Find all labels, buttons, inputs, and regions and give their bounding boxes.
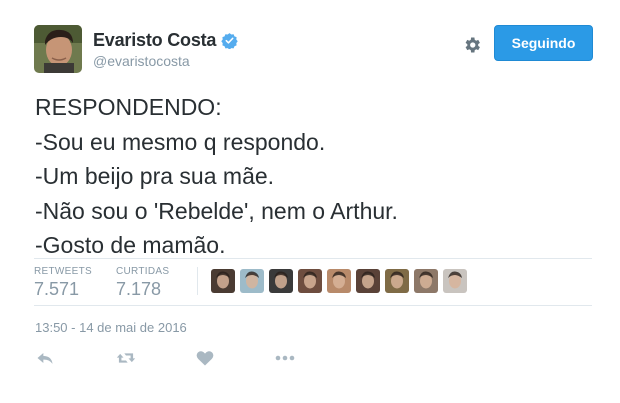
tweet-stats: RETWEETS 7.571 CURTIDAS 7.178 [34, 258, 592, 306]
tweet-line: -Não sou o 'Rebelde', nem o Arthur. [35, 197, 398, 224]
retweets-stat[interactable]: RETWEETS 7.571 [34, 266, 92, 300]
avatar[interactable] [34, 25, 82, 73]
heart-icon[interactable] [195, 348, 215, 368]
favoriter-avatar[interactable] [240, 269, 264, 293]
stats-divider [197, 267, 198, 295]
favoriter-avatar[interactable] [211, 269, 235, 293]
favoriter-avatar[interactable] [356, 269, 380, 293]
retweet-icon[interactable] [115, 348, 137, 368]
tweet-line: RESPONDENDO: [35, 94, 222, 120]
retweets-count: 7.571 [34, 279, 80, 299]
favoriter-avatar[interactable] [327, 269, 351, 293]
gear-icon[interactable] [462, 35, 482, 55]
favoriter-avatar[interactable] [269, 269, 293, 293]
user-handle[interactable]: @evaristocosta [93, 53, 190, 69]
retweets-label: RETWEETS [34, 266, 92, 277]
favoriter-avatar[interactable] [443, 269, 467, 293]
following-button[interactable]: Seguindo [494, 25, 593, 61]
favoriter-avatar[interactable] [298, 269, 322, 293]
reply-icon[interactable] [35, 348, 55, 368]
name-row: Evaristo Costa [93, 30, 238, 51]
avatar-image [34, 25, 82, 73]
tweet-card: Evaristo Costa @evaristocosta Seguindo R… [0, 0, 620, 403]
tweet-line: -Um beijo pra sua mãe. [35, 163, 275, 189]
favoriter-avatar[interactable] [414, 269, 438, 293]
likes-count: 7.178 [116, 279, 162, 299]
likes-stat[interactable]: CURTIDAS 7.178 [116, 266, 169, 300]
tweet-line: -Sou eu mesmo q respondo. [35, 128, 326, 155]
favoriter-avatars [211, 269, 472, 293]
user-name[interactable]: Evaristo Costa [93, 30, 216, 51]
more-icon[interactable] [273, 348, 297, 368]
tweet-text: RESPONDENDO: -Sou eu mesmo q respondo. -… [35, 90, 398, 263]
likes-label: CURTIDAS [116, 266, 170, 277]
favoriter-avatar[interactable] [385, 269, 409, 293]
tweet-timestamp[interactable]: 13:50 - 14 de mai de 2016 [35, 320, 187, 335]
verified-badge-icon [221, 33, 238, 49]
